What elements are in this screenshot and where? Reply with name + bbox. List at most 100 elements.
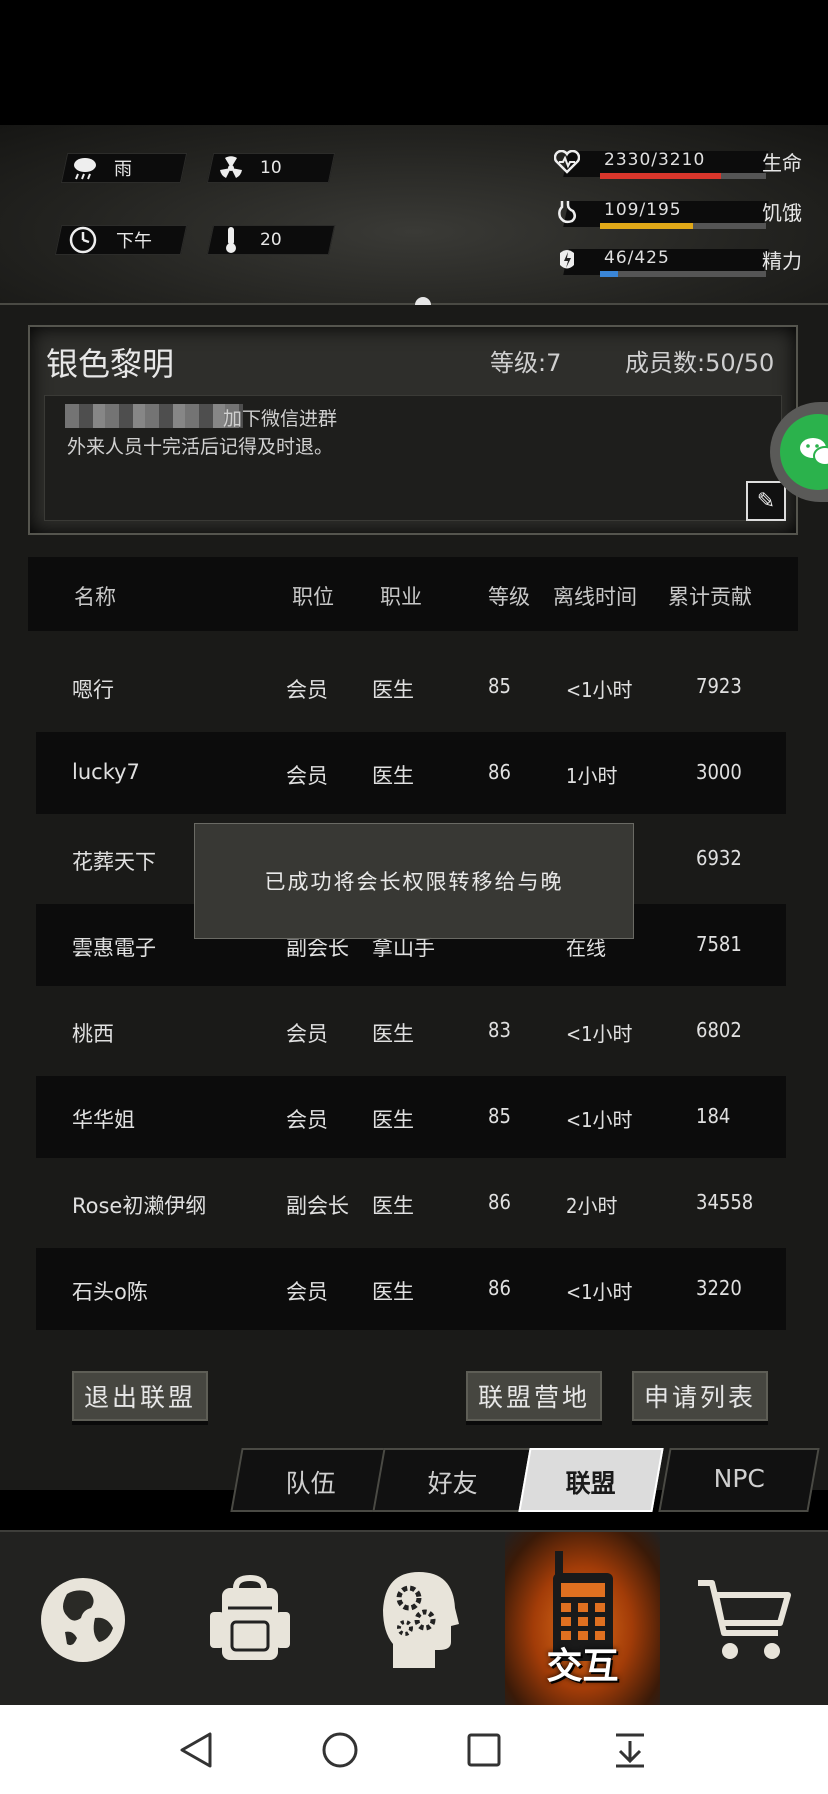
header-role: 职位 (292, 585, 334, 609)
time-chip: 下午 (68, 225, 152, 255)
edit-notice-button[interactable]: ✎ (746, 481, 786, 521)
health-label: 生命 (762, 151, 802, 175)
status-bar-area (0, 0, 828, 125)
radiation-value: 10 (260, 158, 282, 178)
notice-line-1: 加下微信进群 (223, 408, 338, 430)
hud-panel: 雨 10 下午 20 + 2330/3210 生命 (0, 125, 828, 403)
table-row[interactable]: 桃西 会员 医生 83 <1小时 6802 (36, 990, 786, 1072)
table-row[interactable]: 石头o陈 会员 医生 86 <1小时 3220 (36, 1248, 786, 1330)
member-role: 副会长 (286, 1194, 349, 1218)
energy-stat: 46/425 精力 (560, 245, 810, 277)
notification-pulldown-icon[interactable] (612, 1731, 648, 1769)
hunger-stat: 109/195 饥饿 (558, 197, 810, 229)
recents-square-icon[interactable] (467, 1733, 501, 1767)
member-name: lucky7 (72, 760, 140, 784)
toast-message: 已成功将会长权限转移给与晚 (194, 823, 634, 939)
energy-bar-fill (600, 271, 618, 277)
clock-icon (68, 225, 98, 255)
globe-icon (40, 1577, 125, 1662)
tab-friends[interactable]: 好友 (372, 1448, 534, 1512)
member-role: 会员 (286, 1108, 328, 1132)
shopping-cart-icon (698, 1579, 791, 1659)
member-contribution: 184 (696, 1104, 731, 1128)
member-level: 86 (488, 1190, 511, 1214)
guild-member-count: 成员数:50/50 (625, 349, 775, 377)
member-level: 85 (488, 1104, 511, 1128)
tab-label: NPC (713, 1464, 765, 1493)
tab-alliance[interactable]: 联盟 (518, 1448, 664, 1512)
member-contribution: 6932 (696, 846, 742, 870)
wechat-icon (780, 414, 828, 490)
radiation-chip: 10 (216, 153, 282, 183)
table-row[interactable]: lucky7 会员 医生 86 1小时 3000 (36, 732, 786, 814)
guild-notice: 加下微信进群 外来人员十完活后记得及时退。 (44, 395, 782, 521)
thermometer-icon (216, 225, 246, 255)
header-job: 职业 (380, 585, 422, 609)
weather-label: 雨 (114, 159, 132, 180)
member-offline-time: <1小时 (566, 678, 633, 702)
member-contribution: 3220 (696, 1276, 742, 1300)
member-name: 石头o陈 (72, 1280, 148, 1304)
member-job: 医生 (372, 1280, 414, 1304)
application-list-button[interactable]: 申请列表 (632, 1371, 768, 1421)
energy-label: 精力 (762, 249, 802, 273)
member-offline-time: 2小时 (566, 1194, 618, 1218)
table-row[interactable]: Rose初濑伊纲 副会长 医生 86 2小时 34558 (36, 1162, 786, 1244)
nav-shop[interactable] (660, 1532, 828, 1707)
member-role: 会员 (286, 1280, 328, 1304)
member-name: 嗯行 (72, 678, 114, 702)
pencil-icon: ✎ (756, 488, 776, 514)
member-name: 雲惠電子 (72, 936, 156, 960)
blurred-text (65, 404, 243, 428)
member-contribution: 34558 (696, 1190, 754, 1214)
nav-skills[interactable] (335, 1532, 505, 1707)
heart-icon (552, 147, 582, 177)
member-role: 会员 (286, 1022, 328, 1046)
member-name: 桃西 (72, 1022, 114, 1046)
tab-team[interactable]: 队伍 (230, 1448, 392, 1512)
leave-guild-button[interactable]: 退出联盟 (72, 1371, 208, 1421)
temperature-value: 20 (260, 230, 282, 250)
header-name: 名称 (74, 585, 116, 609)
health-stat: 2330/3210 生命 (554, 147, 810, 179)
radiation-icon (216, 153, 246, 183)
member-offline-time: <1小时 (566, 1022, 633, 1046)
health-value: 2330/3210 (604, 150, 706, 170)
nav-backpack[interactable] (165, 1532, 335, 1707)
home-circle-icon[interactable] (322, 1732, 358, 1768)
tab-label: 队伍 (285, 1469, 336, 1498)
member-offline-time: <1小时 (566, 1108, 633, 1132)
hunger-label: 饥饿 (762, 201, 802, 225)
member-job: 医生 (372, 678, 414, 702)
guild-camp-button[interactable]: 联盟营地 (466, 1371, 602, 1421)
member-level: 85 (488, 674, 511, 698)
backpack-icon (210, 1574, 290, 1660)
nav-interact[interactable]: 交互 (505, 1532, 660, 1707)
nav-map[interactable] (0, 1532, 165, 1707)
table-row[interactable]: 嗯行 会员 医生 85 <1小时 7923 (36, 646, 786, 728)
member-table-header: 名称 职位 职业 等级 离线时间 累计贡献 (28, 557, 798, 631)
member-job: 医生 (372, 1108, 414, 1132)
hunger-value: 109/195 (604, 200, 682, 220)
rain-cloud-icon (70, 153, 100, 183)
guild-info-box: 银色黎明 等级:7 成员数:50/50 加下微信进群 外来人员十完活后记得及时退… (28, 325, 798, 535)
member-job: 医生 (372, 1194, 414, 1218)
head-gears-icon (383, 1571, 459, 1668)
tab-label: 联盟 (565, 1469, 616, 1498)
member-name: 华华姐 (72, 1108, 135, 1132)
system-navigation-bar (0, 1705, 828, 1794)
guild-name: 银色黎明 (46, 345, 175, 383)
member-contribution: 6802 (696, 1018, 742, 1042)
table-row[interactable]: 华华姐 会员 医生 85 <1小时 184 (36, 1076, 786, 1158)
member-level: 86 (488, 760, 511, 784)
energy-value: 46/425 (604, 248, 670, 268)
bottom-nav: 交互 (0, 1530, 828, 1707)
member-contribution: 3000 (696, 760, 742, 784)
member-contribution: 7581 (696, 932, 742, 956)
temperature-chip: 20 (216, 225, 282, 255)
header-level: 等级 (488, 585, 530, 609)
back-triangle-icon[interactable] (178, 1731, 214, 1769)
member-role: 会员 (286, 764, 328, 788)
member-job: 医生 (372, 1022, 414, 1046)
tab-npc[interactable]: NPC (658, 1448, 820, 1512)
